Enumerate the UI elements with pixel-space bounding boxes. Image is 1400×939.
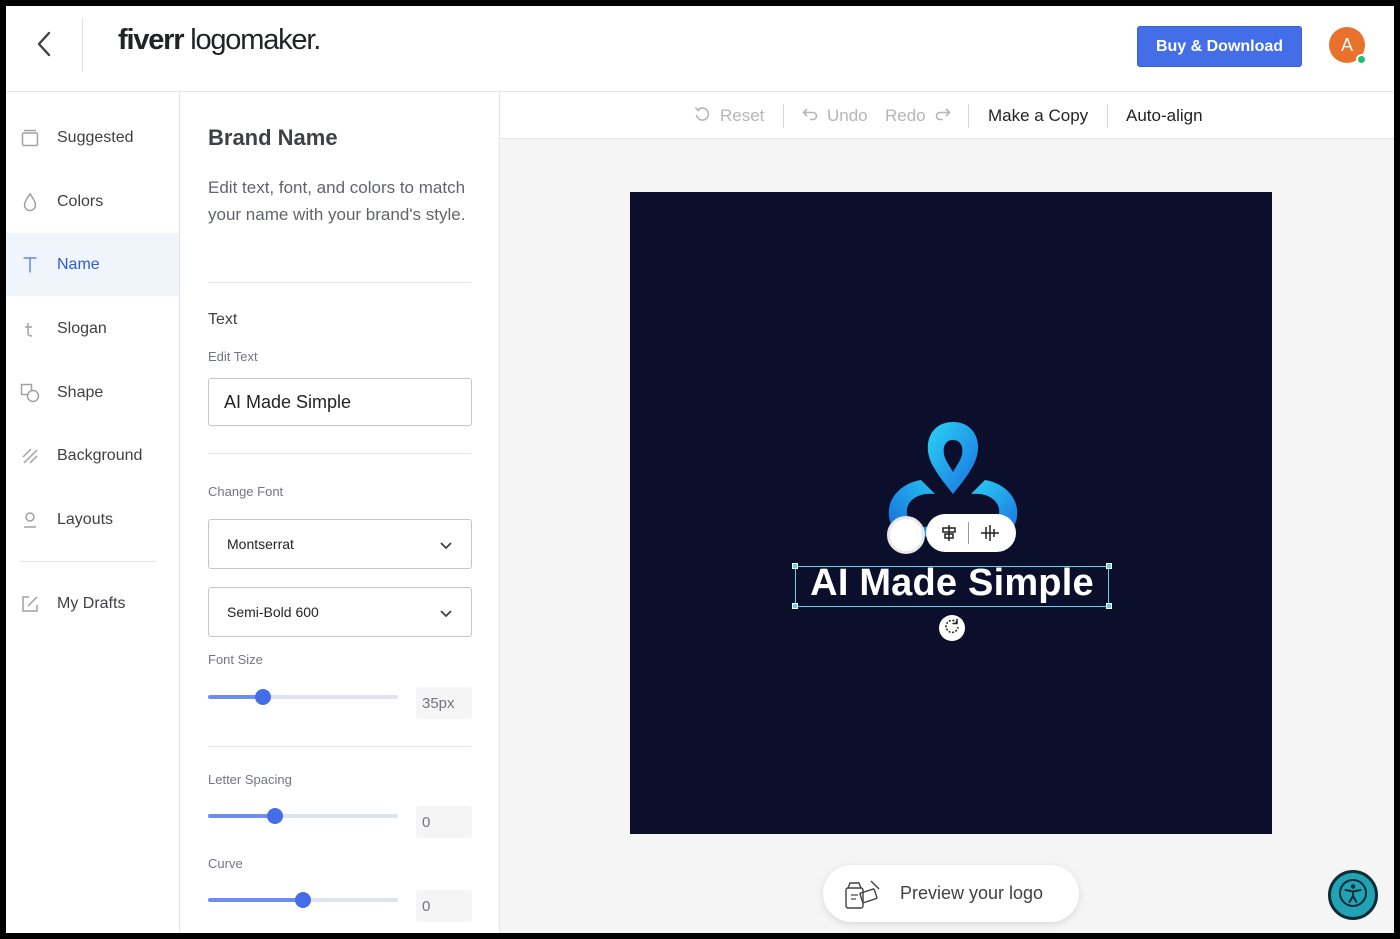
font-family-select[interactable]: Montserrat: [208, 519, 472, 569]
curve-value[interactable]: 0: [416, 890, 472, 922]
slider-fill: [208, 814, 275, 818]
sidebar-item-my-drafts[interactable]: My Drafts: [6, 572, 179, 635]
sidebar-item-colors[interactable]: Colors: [6, 170, 179, 233]
accessibility-button[interactable]: [1328, 870, 1378, 920]
brand-name-input[interactable]: [208, 378, 472, 426]
sidebar-item-label: My Drafts: [57, 594, 126, 612]
text-tools-pill: [926, 514, 1016, 552]
accessibility-icon: [1338, 878, 1368, 913]
app-frame: fiverr logomaker. Buy & Download A Sugge…: [6, 6, 1394, 933]
pill-divider: [968, 522, 969, 544]
reset-icon: [694, 106, 710, 127]
edit-text-label: Edit Text: [208, 349, 258, 364]
auto-align-button[interactable]: Auto-align: [1126, 104, 1203, 128]
font-size-value[interactable]: 35px: [416, 687, 472, 719]
toolbar-divider: [968, 104, 969, 128]
suggested-icon: [20, 128, 40, 148]
color-picker-button[interactable]: [887, 516, 925, 554]
editor-toolbar: Reset Undo Redo Make a Copy Auto-align: [500, 92, 1394, 139]
align-center-icon[interactable]: [940, 524, 958, 547]
letter-spacing-slider[interactable]: [208, 806, 398, 826]
redo-button[interactable]: Redo: [885, 104, 951, 128]
droplet-icon: [20, 192, 40, 212]
mockup-icon: [843, 877, 883, 916]
change-font-label: Change Font: [208, 484, 284, 499]
sidebar-divider: [20, 561, 156, 562]
sidebar-item-label: Name: [57, 255, 100, 273]
sidebar-item-slogan[interactable]: Slogan: [6, 297, 179, 360]
toolbar-divider: [1107, 104, 1108, 128]
chevron-left-icon: [35, 31, 53, 62]
slider-handle[interactable]: [295, 892, 311, 908]
shape-icon: [20, 383, 40, 403]
letter-spacing-label: Letter Spacing: [208, 772, 292, 787]
sidebar-item-suggested[interactable]: Suggested: [6, 106, 179, 169]
sidebar: Suggested Colors Name Slogan Shape Backg…: [6, 92, 180, 933]
make-copy-button[interactable]: Make a Copy: [988, 104, 1088, 128]
brand-name-panel: Brand Name Edit text, font, and colors t…: [180, 92, 500, 933]
sidebar-item-label: Colors: [57, 192, 104, 210]
undo-button[interactable]: Undo: [802, 104, 868, 128]
font-size-slider[interactable]: [208, 687, 398, 707]
chevron-down-icon: [439, 605, 453, 621]
sidebar-item-label: Suggested: [57, 128, 134, 146]
font-size-label: Font Size: [208, 652, 263, 667]
sidebar-item-label: Layouts: [57, 510, 114, 528]
divider: [208, 282, 471, 283]
sidebar-item-shape[interactable]: Shape: [6, 361, 179, 424]
logo-brand-text[interactable]: AI Made Simple: [795, 562, 1109, 605]
sidebar-item-layouts[interactable]: Layouts: [6, 488, 179, 551]
undo-label: Undo: [827, 106, 868, 125]
buy-download-button[interactable]: Buy & Download: [1137, 26, 1302, 67]
redo-label: Redo: [885, 106, 926, 125]
text-t-icon: [20, 255, 40, 275]
background-icon: [20, 446, 40, 466]
rotate-handle[interactable]: [939, 615, 965, 641]
logo-canvas[interactable]: AI Made Simple: [630, 192, 1272, 834]
curve-label: Curve: [208, 856, 243, 871]
reset-label: Reset: [720, 106, 765, 125]
reset-button[interactable]: Reset: [694, 104, 764, 128]
font-weight-select[interactable]: Semi-Bold 600: [208, 587, 472, 637]
preview-logo-button[interactable]: Preview your logo: [823, 865, 1079, 922]
brand-logo[interactable]: fiverr logomaker.: [118, 24, 321, 57]
distribute-icon[interactable]: [980, 524, 1000, 547]
brand-logo-logo: logo: [183, 24, 241, 56]
divider: [208, 746, 471, 747]
text-section-title: Text: [208, 311, 238, 328]
sidebar-item-label: Background: [57, 446, 143, 464]
preview-logo-label: Preview your logo: [900, 883, 1044, 903]
toolbar-divider: [783, 104, 784, 128]
top-header: fiverr logomaker. Buy & Download A: [6, 6, 1394, 92]
sidebar-item-background[interactable]: Background: [6, 424, 179, 487]
slogan-t-icon: [20, 319, 40, 339]
online-status-dot: [1356, 54, 1367, 65]
layouts-icon: [20, 510, 40, 530]
letter-spacing-value[interactable]: 0: [416, 806, 472, 838]
brand-logo-fiverr: fiverr: [118, 24, 185, 56]
panel-title: Brand Name: [208, 125, 338, 150]
divider: [208, 453, 471, 454]
chevron-down-icon: [439, 537, 453, 553]
slider-handle[interactable]: [266, 808, 283, 824]
sidebar-item-label: Shape: [57, 383, 104, 401]
undo-icon: [802, 106, 818, 126]
redo-icon: [935, 106, 951, 126]
edit-icon: [20, 594, 40, 614]
sidebar-item-name[interactable]: Name: [6, 233, 179, 296]
font-weight-value: Semi-Bold 600: [227, 604, 319, 620]
font-family-value: Montserrat: [227, 536, 294, 552]
slider-handle[interactable]: [255, 689, 272, 705]
brand-logo-maker: maker.: [240, 24, 321, 56]
rotate-icon: [943, 617, 961, 640]
canvas-area: AI Made Simple Preview your logo: [500, 139, 1394, 933]
back-button[interactable]: [26, 28, 62, 64]
curve-slider[interactable]: [208, 890, 398, 910]
sidebar-item-label: Slogan: [57, 319, 107, 337]
panel-description: Edit text, font, and colors to match you…: [208, 178, 466, 224]
header-divider: [82, 18, 83, 72]
slider-fill: [208, 898, 303, 902]
